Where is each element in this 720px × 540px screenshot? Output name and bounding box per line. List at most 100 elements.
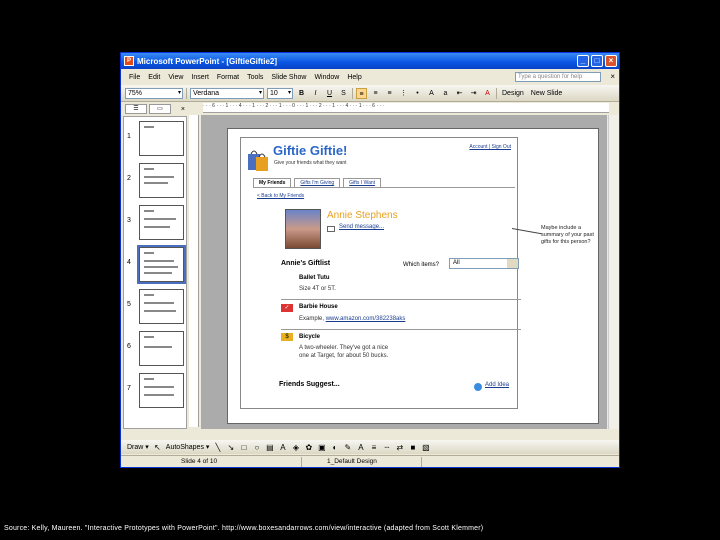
draw-menu-button[interactable]: Draw ▾: [127, 443, 149, 451]
thumbnail-preview: [137, 245, 186, 284]
pane-close-button[interactable]: ×: [181, 106, 185, 113]
italic-button[interactable]: I: [310, 88, 321, 99]
font-select[interactable]: Verdana: [190, 87, 264, 99]
ask-question-input[interactable]: Type a question for help: [515, 72, 601, 82]
title-bar[interactable]: P Microsoft PowerPoint - [GiftieGiftie2]…: [121, 53, 619, 69]
gift-item-name: Ballet Tutu: [299, 275, 330, 281]
menu-tools[interactable]: Tools: [243, 74, 267, 81]
amazon-link[interactable]: www.amazon.com/382238aks: [326, 316, 406, 322]
dash-style-icon[interactable]: ┄: [382, 443, 391, 452]
new-slide-button[interactable]: New Slide: [529, 90, 565, 97]
decrease-indent-icon[interactable]: ⇤: [454, 88, 465, 99]
tab-gifts-giving[interactable]: Gifts I'm Giving: [294, 178, 341, 187]
increase-font-icon[interactable]: A: [426, 88, 437, 99]
underline-button[interactable]: U: [324, 88, 335, 99]
menu-view[interactable]: View: [164, 74, 187, 81]
vertical-scrollbar[interactable]: [608, 115, 619, 429]
slide-thumbnail[interactable]: 5: [124, 287, 186, 327]
status-separator: [421, 457, 422, 467]
shadow-style-icon[interactable]: ■: [408, 443, 417, 452]
slide-thumbnail-selected[interactable]: 4: [124, 245, 186, 285]
wordart-icon[interactable]: A: [278, 443, 287, 452]
menu-help[interactable]: Help: [343, 74, 365, 81]
arrow-icon[interactable]: ↘: [226, 443, 235, 452]
thumbnail-line: [144, 378, 154, 380]
add-idea-link[interactable]: Add Idea: [485, 382, 509, 388]
tab-my-friends[interactable]: My Friends: [253, 178, 292, 187]
which-items-select[interactable]: All: [449, 258, 519, 269]
select-pointer-icon[interactable]: ↖: [153, 443, 162, 452]
thumbnail-number: 2: [127, 175, 131, 182]
gift-item-desc: one at Target, for about 50 bucks.: [299, 353, 389, 359]
rectangle-icon[interactable]: □: [239, 443, 248, 452]
gift-item-desc: Example, www.amazon.com/382238aks: [299, 316, 405, 322]
increase-indent-icon[interactable]: ⇥: [468, 88, 479, 99]
menu-file[interactable]: File: [125, 74, 144, 81]
shadow-icon[interactable]: S: [338, 88, 349, 99]
outline-tab[interactable]: ☰: [125, 104, 147, 114]
align-left-icon[interactable]: ≡: [356, 87, 367, 99]
gift-item-desc: A two-wheeler. They've got a nice: [299, 345, 389, 351]
back-to-friends-link[interactable]: < Back to My Friends: [257, 193, 304, 199]
item-divider: [281, 299, 521, 300]
menu-edit[interactable]: Edit: [144, 74, 164, 81]
picture-icon[interactable]: ▣: [317, 443, 326, 452]
thumbnail-preview: [139, 121, 184, 156]
slide-canvas[interactable]: Giftie Giftie! Give your friends what th…: [227, 128, 599, 424]
mockup-tabs: My Friends Gifts I'm Giving Gifts I Want: [253, 178, 515, 188]
bold-button[interactable]: B: [296, 88, 307, 99]
autoshapes-menu-button[interactable]: AutoShapes ▾: [166, 443, 210, 451]
slide-thumbnail[interactable]: 2: [124, 161, 186, 201]
checkmark-icon: ✓: [281, 304, 293, 312]
menu-window[interactable]: Window: [310, 74, 343, 81]
slide-thumbnail[interactable]: 6: [124, 329, 186, 369]
thumbnail-number: 6: [127, 343, 131, 350]
align-right-icon[interactable]: ≡: [384, 88, 395, 99]
slides-tab[interactable]: ▭: [149, 104, 171, 114]
drawing-toolbar: Draw ▾ ↖ AutoShapes ▾ ╲ ↘ □ ○ ▤ A ◈ ✿ ▣ …: [121, 440, 619, 454]
document-close-button[interactable]: ×: [610, 72, 615, 81]
send-message-link[interactable]: Send message...: [339, 224, 384, 230]
vertical-ruler[interactable]: [189, 115, 199, 427]
window-controls: _ □ ×: [577, 55, 617, 67]
close-button[interactable]: ×: [605, 55, 617, 67]
minimize-button[interactable]: _: [577, 55, 589, 67]
source-caption: Source: Kelly, Maureen. "Interactive Pro…: [4, 525, 484, 532]
app-title: Giftie Giftie!: [273, 143, 348, 158]
line-color-icon[interactable]: ✎: [343, 443, 352, 452]
diagram-icon[interactable]: ◈: [291, 443, 300, 452]
font-color-icon[interactable]: A: [356, 443, 365, 452]
thumbnail-line: [144, 394, 174, 396]
menu-slide-show[interactable]: Slide Show: [267, 74, 310, 81]
powerpoint-app-icon: P: [124, 56, 134, 66]
font-color-icon[interactable]: A: [482, 88, 493, 99]
3d-style-icon[interactable]: ▧: [421, 443, 430, 452]
arrow-style-icon[interactable]: ⇄: [395, 443, 404, 452]
clipart-icon[interactable]: ✿: [304, 443, 313, 452]
oval-icon[interactable]: ○: [252, 443, 261, 452]
tab-gifts-want[interactable]: Gifts I Want: [343, 178, 382, 187]
menu-format[interactable]: Format: [213, 74, 243, 81]
design-button[interactable]: Design: [500, 90, 526, 97]
thumbnail-preview: [139, 331, 184, 366]
window-title: Microsoft PowerPoint - [GiftieGiftie2]: [137, 56, 278, 66]
zoom-select[interactable]: 75%: [125, 87, 183, 99]
line-style-icon[interactable]: ≡: [369, 443, 378, 452]
decrease-font-icon[interactable]: a: [440, 88, 451, 99]
bullets-icon[interactable]: •: [412, 88, 423, 99]
numbering-icon[interactable]: ⋮: [398, 88, 409, 99]
textbox-icon[interactable]: ▤: [265, 443, 274, 452]
formatting-toolbar: 75% Verdana 10 B I U S ≡ ≡ ≡ ⋮ • A a ⇤ ⇥…: [121, 85, 619, 102]
font-size-select[interactable]: 10: [267, 87, 293, 99]
horizontal-ruler[interactable]: · · · 6 · · · 1 · · · 4 · · · 1 · · · 2 …: [203, 103, 609, 113]
item-divider: [281, 329, 521, 330]
account-links[interactable]: Account | Sign Out: [469, 144, 511, 150]
slide-thumbnail[interactable]: 3: [124, 203, 186, 243]
slide-thumbnail[interactable]: 1: [124, 119, 186, 159]
align-center-icon[interactable]: ≡: [370, 88, 381, 99]
slide-thumbnail[interactable]: 7: [124, 371, 186, 411]
maximize-button[interactable]: □: [591, 55, 603, 67]
line-icon[interactable]: ╲: [213, 443, 222, 452]
menu-insert[interactable]: Insert: [187, 74, 213, 81]
fill-color-icon[interactable]: ◐: [330, 443, 339, 452]
